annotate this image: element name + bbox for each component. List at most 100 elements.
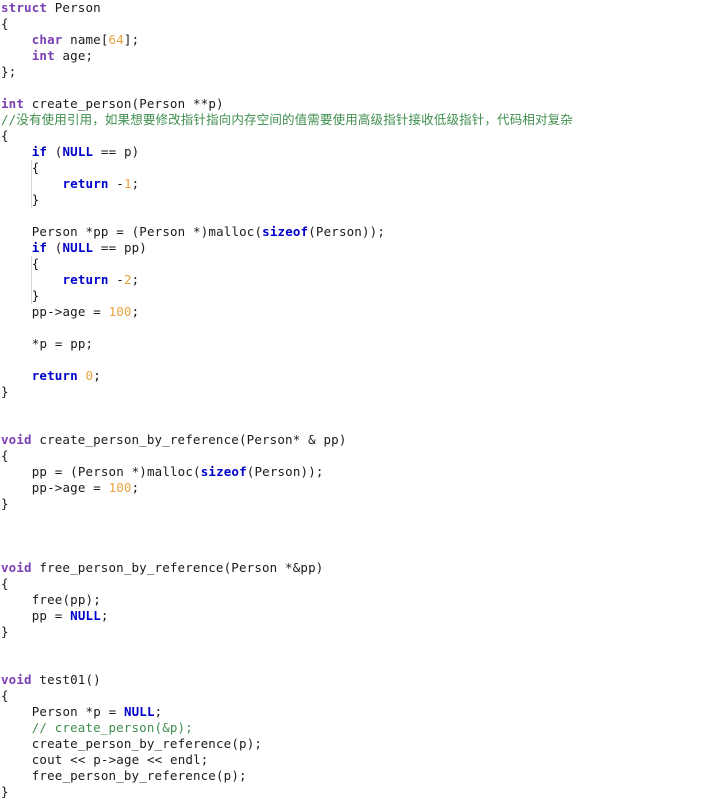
code-punctuation: { <box>1 128 9 143</box>
code-line[interactable]: int create_person(Person **p) <box>0 96 726 112</box>
code-punctuation <box>93 144 101 159</box>
code-identifier: p <box>93 704 101 719</box>
code-identifier: Person <box>54 0 101 15</box>
code-number: 1 <box>123 176 132 191</box>
code-line[interactable]: if (NULL == pp) <box>0 240 726 256</box>
code-identifier: malloc <box>208 224 255 239</box>
code-line[interactable]: free(pp); <box>0 592 726 608</box>
indent-guide <box>31 160 32 208</box>
code-line[interactable] <box>0 528 726 544</box>
code-punctuation: ; <box>254 736 263 751</box>
code-punctuation <box>1 768 9 783</box>
code-line[interactable]: struct Person <box>0 0 726 16</box>
code-punctuation <box>1 736 9 751</box>
code-punctuation <box>24 304 32 319</box>
code-line[interactable]: pp = NULL; <box>0 608 726 624</box>
code-line[interactable]: { <box>0 576 726 592</box>
code-line[interactable]: } <box>0 288 726 304</box>
code-line[interactable]: } <box>0 384 726 400</box>
code-punctuation <box>24 608 32 623</box>
code-punctuation: ; <box>377 224 386 239</box>
code-punctuation <box>1 480 9 495</box>
code-identifier: Person <box>31 224 78 239</box>
code-keyword: return <box>31 368 78 383</box>
code-editor[interactable]: struct Person{ char name[64]; int age;};… <box>0 0 726 799</box>
code-punctuation: { <box>1 688 9 703</box>
code-punctuation <box>16 176 24 191</box>
code-line[interactable]: return -2; <box>0 272 726 288</box>
code-line[interactable]: // create_person(&p); <box>0 720 726 736</box>
code-line[interactable] <box>0 544 726 560</box>
code-line[interactable]: } <box>0 784 726 800</box>
code-line[interactable]: pp->age = 100; <box>0 480 726 496</box>
code-line[interactable]: return 0; <box>0 368 726 384</box>
code-line[interactable]: { <box>0 448 726 464</box>
code-line[interactable]: Person *pp = (Person *)malloc(sizeof(Per… <box>0 224 726 240</box>
code-line[interactable] <box>0 400 726 416</box>
code-punctuation: < <box>146 752 155 767</box>
code-punctuation: = <box>54 336 63 351</box>
code-line[interactable] <box>0 640 726 656</box>
code-line[interactable] <box>0 80 726 96</box>
code-line[interactable] <box>0 208 726 224</box>
code-line[interactable]: //没有使用引用，如果想要修改指针指向内存空间的值需要使用高级指针接收低级指针，… <box>0 112 726 128</box>
code-punctuation <box>47 0 55 15</box>
code-line[interactable]: } <box>0 624 726 640</box>
code-line[interactable] <box>0 352 726 368</box>
code-line[interactable] <box>0 320 726 336</box>
code-line[interactable]: return -1; <box>0 176 726 192</box>
code-line[interactable]: { <box>0 16 726 32</box>
code-line[interactable]: free_person_by_reference(p); <box>0 768 726 784</box>
code-punctuation <box>24 336 32 351</box>
code-punctuation <box>24 464 32 479</box>
code-punctuation <box>16 592 24 607</box>
code-punctuation <box>162 752 170 767</box>
code-line[interactable]: { <box>0 160 726 176</box>
code-punctuation <box>24 48 32 63</box>
code-line[interactable]: char name[64]; <box>0 32 726 48</box>
code-punctuation <box>47 608 55 623</box>
code-line[interactable]: void test01() <box>0 672 726 688</box>
code-line[interactable]: { <box>0 128 726 144</box>
code-punctuation <box>116 240 124 255</box>
code-line[interactable]: void free_person_by_reference(Person *&p… <box>0 560 726 576</box>
code-line[interactable]: pp = (Person *)malloc(sizeof(Person)); <box>0 464 726 480</box>
code-line[interactable] <box>0 512 726 528</box>
code-line[interactable]: create_person_by_reference(p); <box>0 736 726 752</box>
code-line[interactable]: int age; <box>0 48 726 64</box>
code-line[interactable]: *p = pp; <box>0 336 726 352</box>
code-identifier: age <box>116 752 140 767</box>
code-line[interactable]: pp->age = 100; <box>0 304 726 320</box>
code-keyword: NULL <box>62 240 94 255</box>
code-punctuation <box>24 768 32 783</box>
code-line[interactable] <box>0 416 726 432</box>
code-punctuation: ; <box>154 704 163 719</box>
code-punctuation: ) <box>231 768 240 783</box>
code-line[interactable]: } <box>0 496 726 512</box>
code-identifier: name <box>70 32 101 47</box>
code-punctuation <box>16 464 24 479</box>
code-line[interactable]: }; <box>0 64 726 80</box>
code-punctuation <box>55 272 63 287</box>
code-identifier: p <box>223 768 232 783</box>
code-punctuation <box>16 368 24 383</box>
code-keyword: if <box>31 240 48 255</box>
code-line[interactable] <box>0 656 726 672</box>
code-punctuation <box>16 240 24 255</box>
code-line[interactable]: void create_person_by_reference(Person* … <box>0 432 726 448</box>
code-identifier: create_person <box>31 96 132 111</box>
code-punctuation <box>1 48 9 63</box>
code-punctuation: = <box>100 240 109 255</box>
code-line[interactable]: } <box>0 192 726 208</box>
code-line[interactable]: if (NULL == p) <box>0 144 726 160</box>
code-line[interactable]: Person *p = NULL; <box>0 704 726 720</box>
code-punctuation <box>1 144 9 159</box>
code-punctuation: ; <box>85 48 94 63</box>
code-line[interactable]: { <box>0 256 726 272</box>
code-line[interactable]: { <box>0 688 726 704</box>
code-punctuation <box>39 176 47 191</box>
code-punctuation <box>24 240 32 255</box>
code-punctuation: ) <box>139 464 147 479</box>
code-punctuation: ] <box>123 32 132 47</box>
code-line[interactable]: cout << p->age << endl; <box>0 752 726 768</box>
